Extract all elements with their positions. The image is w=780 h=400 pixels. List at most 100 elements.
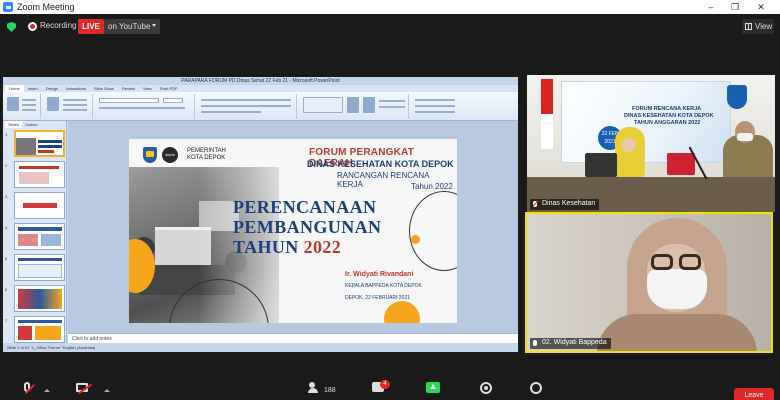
mute-slash <box>25 384 35 394</box>
share-screen-icon[interactable] <box>426 382 440 393</box>
thumbnail-text <box>38 145 62 148</box>
slide-title-line1: PERENCANAAN <box>233 197 377 217</box>
slide-title-line3-word: TAHUN <box>233 237 299 257</box>
ppt-tab-animations[interactable]: Animations <box>62 85 90 92</box>
thumbnail-number: 6 <box>5 287 8 292</box>
thumbnail-block <box>18 264 62 278</box>
live-stream-target-dropdown[interactable]: on YouTube <box>104 19 160 34</box>
thumbnail-text <box>19 166 59 169</box>
ppt-tab-view[interactable]: View <box>139 85 156 92</box>
live-badge[interactable]: LIVE <box>78 19 104 34</box>
thumbnail-image[interactable] <box>14 285 65 312</box>
video-options-caret[interactable] <box>104 389 110 392</box>
thumbnail-block <box>18 258 62 261</box>
thumbnail-image[interactable] <box>14 130 65 157</box>
quick-styles-icon[interactable] <box>363 97 375 113</box>
ppt-window-title: PARAPARA FORUM PD Dinas Sehat 22 Feb 21 … <box>3 77 518 85</box>
flag-icon <box>541 79 553 149</box>
security-shield-icon[interactable] <box>7 22 16 32</box>
close-button[interactable]: ✕ <box>750 0 772 14</box>
ppt-tab-design[interactable]: Design <box>42 85 62 92</box>
participant-name: 02. Widyati Bappeda <box>542 339 607 346</box>
paste-icon[interactable] <box>7 97 19 111</box>
video-tile-dinas-kesehatan[interactable]: FORUM RENCANA KERJA DINAS KESEHATAN KOTA… <box>527 75 775 212</box>
presenter-role: KEPALA BAPPEDA KOTA DEPOK <box>345 283 422 289</box>
glasses <box>651 254 673 270</box>
thumbnail-number: 1 <box>5 132 8 137</box>
slide-thumbnail[interactable]: 3 <box>5 192 65 219</box>
banner-line3: TAHUN ANGGARAN 2022 <box>634 120 701 126</box>
ribbon-line <box>22 99 36 101</box>
ppt-notes-pane[interactable]: Click to add notes <box>68 333 518 343</box>
ribbon-group-clipboard <box>3 94 41 119</box>
slide-thumbnail[interactable]: 7 <box>5 316 65 343</box>
reactions-icon[interactable] <box>530 382 542 394</box>
window-title-bar: Zoom Meeting – ❐ ✕ <box>0 0 780 14</box>
ppt-tab-home[interactable]: Home <box>5 85 24 92</box>
recording-label[interactable]: Recording <box>40 21 76 30</box>
ppt-ribbon <box>3 92 518 121</box>
arrange-icon[interactable] <box>347 97 359 113</box>
thumbnail-block <box>35 326 61 340</box>
ppt-side-tab-slides[interactable]: Slides <box>5 121 22 128</box>
zoom-logo-icon <box>3 2 13 12</box>
ppt-tab-review[interactable]: Review <box>118 85 139 92</box>
stop-video-icon[interactable] <box>76 383 93 395</box>
font-size-box[interactable] <box>163 98 183 103</box>
font-name-box[interactable] <box>99 98 159 103</box>
slide-thumbnail[interactable]: 4 <box>5 223 65 250</box>
participant-body <box>597 314 757 351</box>
laptop <box>585 153 617 177</box>
slide-thumbnail[interactable]: 1 <box>5 130 65 157</box>
ppt-tab-foxit-pdf[interactable]: Foxit PDF <box>156 85 182 92</box>
participants-count[interactable]: 188 <box>324 387 336 394</box>
government-name: PEMERINTAH KOTA DEPOK <box>187 148 226 162</box>
participant-face <box>622 138 636 152</box>
thumbnail-image[interactable] <box>14 223 65 250</box>
window-title: Zoom Meeting <box>17 2 75 12</box>
slide-thumbnail[interactable]: 2 <box>5 161 65 188</box>
thumbnail-image[interactable] <box>14 316 65 343</box>
thumbnail-image[interactable] <box>14 192 65 219</box>
audio-options-caret[interactable] <box>44 389 50 392</box>
banner-line2: DINAS KESEHATAN KOTA DEPOK <box>624 113 714 119</box>
ppt-side-tab-outline[interactable]: Outline <box>22 121 41 128</box>
slide-year-small: Tahun 2022 <box>411 182 453 191</box>
slide-thumbnail[interactable]: 5 <box>5 254 65 281</box>
thumbnail-block <box>19 172 49 184</box>
video-tile-widyati-bappeda[interactable]: 02. Widyati Bappeda <box>525 212 773 353</box>
zoom-meeting-window: Zoom Meeting – ❐ ✕ Recording LIVE on You… <box>0 0 780 400</box>
thumbnail-number: 7 <box>5 318 8 323</box>
participant-name: Dinas Kesehatan <box>542 200 596 207</box>
ribbon-line <box>415 105 455 107</box>
glasses <box>679 254 701 270</box>
thumbnail-image[interactable] <box>14 161 65 188</box>
record-icon[interactable] <box>480 382 492 394</box>
participants-icon[interactable] <box>308 382 322 393</box>
slide-title-line3: TAHUN 2022 <box>233 237 341 258</box>
minimize-button[interactable]: – <box>700 0 722 14</box>
ppt-tab-slide-show[interactable]: Slide Show <box>90 85 118 92</box>
new-slide-icon[interactable] <box>47 97 59 111</box>
ribbon-line <box>99 107 185 109</box>
leave-button[interactable]: Leave <box>734 388 774 400</box>
slide-title-line3-year: 2022 <box>303 237 342 257</box>
banner-line1: FORUM RENCANA KERJA <box>632 106 702 112</box>
ribbon-group-drawing <box>299 94 409 119</box>
maximize-button[interactable]: ❐ <box>724 0 746 14</box>
thumbnail-text <box>38 140 62 143</box>
meeting-controls-toolbar: 188 4 Leave <box>0 378 780 400</box>
thumbnail-image[interactable] <box>14 254 65 281</box>
mute-mic-icon[interactable] <box>24 382 35 394</box>
ribbon-line <box>63 109 87 111</box>
ppt-tab-insert[interactable]: Insert <box>24 85 42 92</box>
slide-dinas-title: DINAS KESEHATAN KOTA DEPOK <box>307 159 454 169</box>
slide-thumbnail[interactable]: 6 <box>5 285 65 312</box>
shapes-gallery[interactable] <box>303 97 343 113</box>
thumbnail-block <box>18 289 62 309</box>
recording-icon[interactable] <box>28 22 37 31</box>
ribbon-line <box>379 100 405 102</box>
ppt-slide-thumbnails-pane[interactable]: Slides Outline 1 2 3 4 5 6 7 <box>3 121 67 343</box>
ribbon-line <box>22 109 36 111</box>
view-button[interactable]: View <box>742 19 774 34</box>
